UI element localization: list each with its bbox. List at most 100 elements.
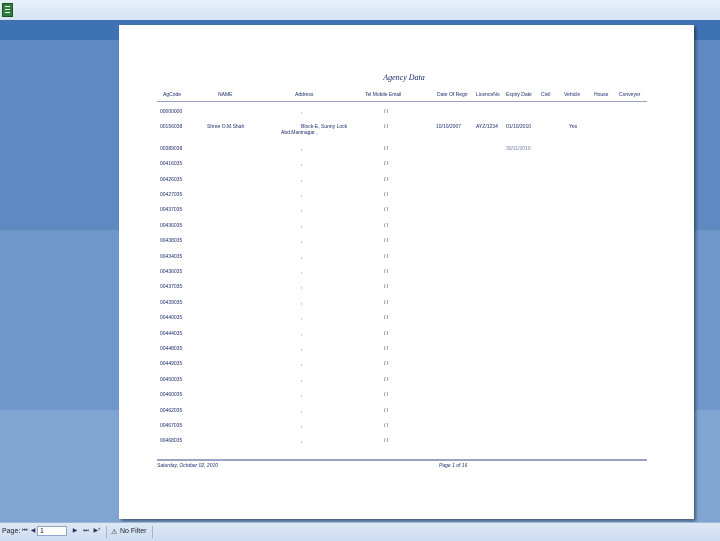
table-cell-email: / / — [384, 207, 389, 214]
record-navigation-bar: Page: ⏮ ◀ 1 ▶ ⏭ ▶* ⚠ No Filter — [0, 522, 720, 541]
table-cell-name: Shree O.M.Shah — [207, 124, 245, 131]
table-cell-code: 00426035 — [160, 176, 183, 183]
filter-icon: ⚠ — [111, 529, 118, 536]
report-page: Agency Data AgCode NAME Address Tel Mobi… — [119, 25, 694, 519]
table-cell-email: / / — [384, 407, 389, 414]
table-cell-code: 00440035 — [160, 315, 183, 322]
table-cell-email: / / — [384, 145, 389, 152]
table-cell-email: / / — [384, 192, 389, 198]
next-page-icon[interactable]: ▶ — [71, 527, 79, 536]
table-cell-address: , — [301, 109, 303, 115]
page-label: Page: — [2, 528, 21, 535]
table-cell-address: , — [301, 438, 303, 445]
table-cell-code: 00467035 — [160, 423, 183, 429]
column-header: Date Of Regn — [437, 92, 468, 98]
table-cell-code: 00460035 — [160, 392, 183, 399]
table-cell-address: , — [301, 299, 303, 306]
column-header: LicenceNo — [476, 92, 500, 98]
table-cell-code: 00468035 — [160, 438, 183, 445]
last-page-icon[interactable]: ⏭ — [82, 527, 90, 536]
table-cell-address: , — [301, 407, 303, 414]
table-cell-address: , — [301, 176, 303, 183]
table-cell-email: / / — [384, 176, 389, 183]
table-cell-email: / / — [384, 161, 389, 168]
column-header: NAME — [218, 92, 233, 98]
table-cell-code: 00438035 — [160, 238, 183, 245]
table-cell-email: / / — [384, 438, 389, 445]
table-cell-address: , — [301, 192, 303, 198]
report-title: Agency Data — [383, 73, 425, 82]
table-cell-email: / / — [384, 361, 389, 368]
table-cell-address: , — [301, 253, 303, 260]
page-number-input[interactable]: 1 — [37, 526, 67, 536]
first-page-icon[interactable]: ⏮ — [21, 527, 29, 536]
new-page-icon[interactable]: ▶* — [93, 527, 101, 536]
column-header: Address — [295, 92, 314, 98]
excel-app-icon — [2, 3, 13, 17]
table-cell-address: , — [301, 145, 303, 152]
table-cell-email: / / — [384, 124, 389, 131]
table-cell-code: 00416035 — [160, 161, 183, 168]
separator — [152, 526, 153, 538]
table-cell-code: 00156038 — [160, 124, 183, 131]
table-cell-code: 00448035 — [160, 346, 183, 352]
table-cell-email: / / — [384, 299, 389, 306]
table-cell-code: 00437035 — [160, 284, 183, 291]
previous-page-icon[interactable]: ◀ — [29, 527, 37, 536]
table-cell-code: 00437035 — [160, 207, 183, 214]
table-cell-email: / / — [384, 392, 389, 399]
table-cell-email: / / — [384, 238, 389, 245]
table-cell-address: , — [301, 269, 303, 275]
table-cell-vehicle: Yes — [569, 124, 578, 131]
table-cell-email: / / — [384, 222, 389, 229]
table-cell-code: 00450035 — [160, 376, 183, 383]
header-divider — [157, 101, 647, 102]
table-cell-address: , — [301, 392, 303, 399]
table-cell-address: , — [301, 315, 303, 322]
table-cell-address-line2: Abd.Maninagar , — [281, 130, 318, 137]
column-header: Vehicle — [564, 92, 581, 98]
table-cell-address: , — [301, 376, 303, 383]
table-cell-address: , — [301, 222, 303, 229]
table-cell-email: / / — [384, 346, 389, 352]
footer-page-number: Page 1 of 16 — [439, 463, 468, 469]
table-cell-code: 00000000 — [160, 109, 183, 115]
table-cell-code: 00462035 — [160, 407, 183, 414]
table-cell-address: , — [301, 330, 303, 337]
table-cell-code: 00449035 — [160, 361, 183, 368]
table-cell-address: , — [301, 346, 303, 352]
table-cell-licence: AYZ/1234 — [476, 124, 498, 131]
title-bar — [0, 0, 720, 21]
table-cell-email: / / — [384, 284, 389, 291]
table-cell-code: 00436035 — [160, 222, 183, 229]
table-cell-email: / / — [384, 330, 389, 337]
table-cell-address: , — [301, 161, 303, 168]
table-cell-address: , — [301, 238, 303, 245]
table-cell-date: 10/10/2007 — [436, 124, 462, 131]
table-cell-email: / / — [384, 423, 389, 429]
no-filter-label[interactable]: No Filter — [120, 528, 146, 535]
table-cell-address: , — [301, 423, 303, 429]
column-header: Conveyer — [619, 92, 641, 98]
table-cell-code: 00434035 — [160, 253, 183, 260]
table-cell-email: / / — [384, 315, 389, 322]
table-cell-code: 00436035 — [160, 269, 183, 275]
table-cell-code: 00427035 — [160, 192, 183, 198]
column-header: House — [594, 92, 609, 98]
table-cell-address: , — [301, 207, 303, 214]
column-header: Expiry Date — [506, 92, 532, 98]
table-cell-expiry: 30/11/2010 — [506, 145, 531, 152]
table-cell-code: 00439035 — [160, 299, 183, 306]
table-cell-email: / / — [384, 253, 389, 260]
table-cell-email: / / — [384, 376, 389, 383]
table-cell-code: 00444035 — [160, 330, 183, 337]
column-header: Tel Mobile Email — [365, 92, 402, 98]
separator — [106, 526, 107, 538]
table-cell-address: , — [301, 284, 303, 291]
column-header: Civil — [541, 92, 551, 98]
footer-divider — [157, 459, 647, 461]
table-cell-email: / / — [384, 109, 389, 115]
table-cell-code: 00389038 — [160, 145, 183, 152]
column-header: AgCode — [163, 92, 182, 98]
table-cell-email: / / — [384, 269, 389, 275]
